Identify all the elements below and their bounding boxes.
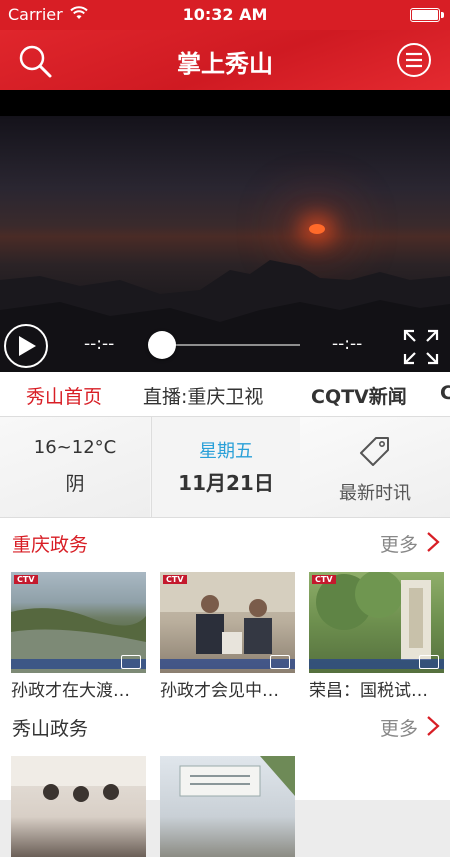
video-camera-icon	[419, 655, 439, 669]
sunset-sun	[309, 224, 325, 234]
latest-news-cell[interactable]: 最新时讯	[300, 417, 450, 517]
fullscreen-icon[interactable]	[402, 328, 440, 366]
video-letterbox	[0, 90, 450, 116]
chevron-right-icon[interactable]	[426, 531, 440, 553]
section-title: 重庆政务	[12, 534, 89, 556]
tab-xiushan-home[interactable]: 秀山首页	[26, 382, 102, 409]
play-icon	[19, 336, 36, 356]
news-grid-xiushan	[0, 748, 450, 857]
latest-news-label: 最新时讯	[339, 483, 411, 504]
date: 11月21日	[178, 471, 274, 495]
video-camera-icon	[270, 655, 290, 669]
news-thumbnail: CTV	[160, 572, 295, 673]
news-thumbnail	[11, 756, 146, 857]
section-header-xiushan: 秀山政务 更多	[0, 702, 450, 748]
duration-time: --:--	[332, 334, 363, 354]
news-caption: 孙政才在大渡…	[11, 681, 130, 701]
more-button[interactable]: 更多	[380, 714, 418, 741]
news-thumbnail: CTV	[309, 572, 444, 673]
clock: 10:32 AM	[182, 5, 268, 24]
seek-thumb[interactable]	[148, 331, 176, 359]
battery-fill	[412, 10, 438, 20]
ctv-logo: CTV	[14, 575, 38, 584]
weather-condition: 阴	[65, 473, 85, 495]
ctv-logo: CTV	[163, 575, 187, 584]
section-title: 秀山政务	[12, 718, 89, 740]
news-thumbnail: CTV	[11, 572, 146, 673]
temperature: 16~12°C	[33, 437, 117, 458]
tab-overflow[interactable]: C	[440, 382, 450, 404]
menu-icon[interactable]	[396, 42, 432, 78]
news-caption: 孙政才会见中…	[160, 681, 279, 701]
chevron-right-icon[interactable]	[426, 715, 440, 737]
player-controls: --:-- --:--	[0, 320, 450, 372]
info-panel: 16~12°C 阴 星期五 11月21日 最新时讯	[0, 416, 450, 518]
video-player[interactable]: --:-- --:--	[0, 90, 450, 372]
more-button[interactable]: 更多	[380, 530, 418, 557]
app-title: 掌上秀山	[177, 50, 273, 78]
section-header-chongqing: 重庆政务 更多	[0, 518, 450, 564]
tab-live-chongqing[interactable]: 直播:重庆卫视	[143, 382, 263, 409]
battery-icon	[410, 8, 444, 22]
play-button[interactable]	[4, 324, 48, 368]
tag-icon	[360, 437, 389, 466]
weather-cell[interactable]: 16~12°C 阴	[0, 417, 150, 517]
elapsed-time: --:--	[84, 334, 115, 354]
channel-tabs: 秀山首页 直播:重庆卫视 CQTV新闻 C	[0, 372, 450, 416]
tab-cqtv-news[interactable]: CQTV新闻	[311, 382, 407, 409]
news-grid-chongqing: CTV 孙政才在大渡… CTV 孙政才会见中… CTV 荣昌：国税试…	[0, 564, 450, 704]
video-camera-icon	[121, 655, 141, 669]
weekday: 星期五	[199, 441, 253, 462]
nav-bar: 掌上秀山	[0, 30, 450, 90]
ctv-logo: CTV	[312, 575, 336, 584]
status-bar: Carrier 10:32 AM	[0, 0, 450, 30]
news-caption: 荣昌：国税试…	[309, 681, 428, 701]
news-thumbnail	[160, 756, 295, 857]
date-cell: 星期五 11月21日	[151, 417, 301, 517]
